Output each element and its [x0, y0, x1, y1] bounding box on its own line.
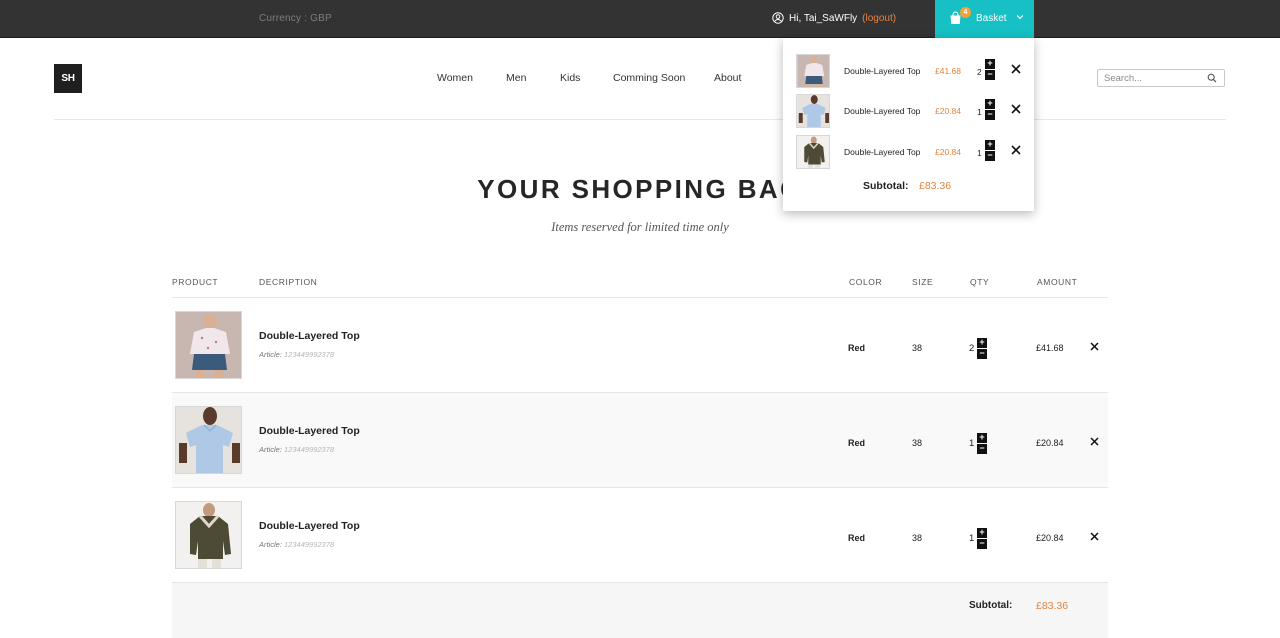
- product-name[interactable]: Double-Layered Top: [259, 520, 360, 532]
- product-color: Red: [848, 343, 866, 353]
- basket-count-badge: 4: [960, 7, 971, 18]
- minicart-item-name[interactable]: Double-Layered Top: [844, 147, 920, 157]
- close-icon[interactable]: [1090, 532, 1099, 541]
- plus-icon[interactable]: +: [977, 528, 987, 538]
- product-size: 38: [912, 343, 923, 353]
- minicart-item-price: £20.84: [935, 147, 961, 157]
- article-number: Article: 123449992378: [259, 445, 335, 454]
- minicart-item-price: £20.84: [935, 106, 961, 116]
- minicart-item-image[interactable]: [796, 54, 830, 88]
- plus-icon[interactable]: +: [977, 338, 987, 348]
- product-size: 38: [912, 438, 923, 448]
- header-size: SIZE: [912, 277, 934, 287]
- table-row: Double-Layered Top Article: 123449992378…: [172, 298, 1108, 393]
- minus-icon[interactable]: −: [977, 349, 987, 359]
- quantity-value: 1: [969, 438, 975, 449]
- product-size: 38: [912, 533, 923, 543]
- product-amount: £20.84: [1036, 533, 1064, 543]
- nav-coming-soon[interactable]: Comming Soon: [613, 72, 685, 84]
- nav-kids[interactable]: Kids: [560, 72, 580, 84]
- product-color: Red: [848, 438, 866, 448]
- quantity-value: 1: [977, 148, 982, 158]
- minicart-item: Double-Layered Top £20.84 1 + −: [783, 135, 1034, 171]
- minicart-item: Double-Layered Top £41.68 2 + −: [783, 54, 1034, 90]
- paren-close: ): [892, 12, 897, 24]
- currency-selector[interactable]: Currency : GBP: [259, 13, 332, 24]
- table-row: Double-Layered Top Article: 123449992378…: [172, 488, 1108, 583]
- plus-icon[interactable]: +: [985, 59, 995, 69]
- header-amount: AMOUNT: [1037, 277, 1078, 287]
- quantity-value: 2: [977, 67, 982, 77]
- close-icon[interactable]: [1011, 64, 1021, 74]
- page-subtitle: Items reserved for limited time only: [551, 220, 729, 234]
- product-amount: £20.84: [1036, 438, 1064, 448]
- page-title: YOUR SHOPPING BAG: [477, 174, 803, 204]
- product-name[interactable]: Double-Layered Top: [259, 425, 360, 437]
- greeting-text: Hi, Tai_SaWFly: [789, 12, 858, 24]
- header-divider: [54, 119, 1226, 120]
- article-number: Article: 123449992378: [259, 540, 335, 549]
- header-description: DECRIPTION: [259, 277, 318, 287]
- subtotal-value: £83.36: [1036, 600, 1069, 612]
- subtotal-label: Subtotal:: [969, 600, 1013, 611]
- minus-icon[interactable]: −: [977, 444, 987, 454]
- minicart-item: Double-Layered Top £20.84 1 + −: [783, 94, 1034, 130]
- nav-men[interactable]: Men: [506, 72, 526, 84]
- search-input[interactable]: [1104, 72, 1204, 84]
- minicart-subtotal-value: £83.36: [919, 180, 952, 192]
- minicart-item-image[interactable]: [796, 135, 830, 169]
- minicart-item-name[interactable]: Double-Layered Top: [844, 66, 920, 76]
- basket-button[interactable]: 4 Basket: [935, 0, 1034, 38]
- product-image[interactable]: [175, 501, 242, 569]
- minicart-item-price: £41.68: [935, 66, 961, 76]
- cart-subtotal-bar: Subtotal: £83.36: [172, 583, 1108, 638]
- header-product: PRODUCT: [172, 277, 219, 287]
- product-image[interactable]: [175, 406, 242, 474]
- logout-link[interactable]: logout: [866, 13, 893, 24]
- table-header: PRODUCT DECRIPTION COLOR SIZE QTY AMOUNT: [0, 277, 1280, 289]
- search-icon[interactable]: [1207, 73, 1217, 83]
- basket-dropdown: Double-Layered Top £41.68 2 + − Double-La…: [783, 38, 1034, 211]
- article-number: Article: 123449992378: [259, 350, 335, 359]
- product-image[interactable]: [175, 311, 242, 379]
- product-color: Red: [848, 533, 866, 543]
- minus-icon[interactable]: −: [985, 110, 995, 120]
- header-qty: QTY: [970, 277, 990, 287]
- close-icon[interactable]: [1090, 342, 1099, 351]
- minus-icon[interactable]: −: [977, 539, 987, 549]
- user-greeting: Hi, Tai_SaWFly (logout): [772, 12, 896, 24]
- chevron-down-icon: [1016, 15, 1024, 20]
- search-box: [1097, 69, 1225, 87]
- minus-icon[interactable]: −: [985, 151, 995, 161]
- plus-icon[interactable]: +: [985, 99, 995, 109]
- plus-icon[interactable]: +: [985, 140, 995, 150]
- main-nav: Women Men Kids Comming Soon About: [0, 72, 1280, 86]
- nav-women[interactable]: Women: [437, 72, 473, 84]
- minicart-subtotal-label: Subtotal:: [863, 180, 909, 192]
- close-icon[interactable]: [1011, 145, 1021, 155]
- close-icon[interactable]: [1090, 437, 1099, 446]
- basket-label: Basket: [976, 13, 1007, 24]
- close-icon[interactable]: [1011, 104, 1021, 114]
- minus-icon[interactable]: −: [985, 70, 995, 80]
- plus-icon[interactable]: +: [977, 433, 987, 443]
- quantity-value: 1: [969, 533, 975, 544]
- header-color: COLOR: [849, 277, 883, 287]
- quantity-value: 2: [969, 343, 975, 354]
- product-amount: £41.68: [1036, 343, 1064, 353]
- table-row: Double-Layered Top Article: 123449992378…: [172, 393, 1108, 488]
- user-circle-icon: [772, 12, 784, 24]
- product-name[interactable]: Double-Layered Top: [259, 330, 360, 342]
- quantity-value: 1: [977, 107, 982, 117]
- minicart-item-name[interactable]: Double-Layered Top: [844, 106, 920, 116]
- minicart-item-image[interactable]: [796, 94, 830, 128]
- nav-about[interactable]: About: [714, 72, 741, 84]
- top-bar: Currency : GBP Hi, Tai_SaWFly (logout) 4…: [0, 0, 1280, 38]
